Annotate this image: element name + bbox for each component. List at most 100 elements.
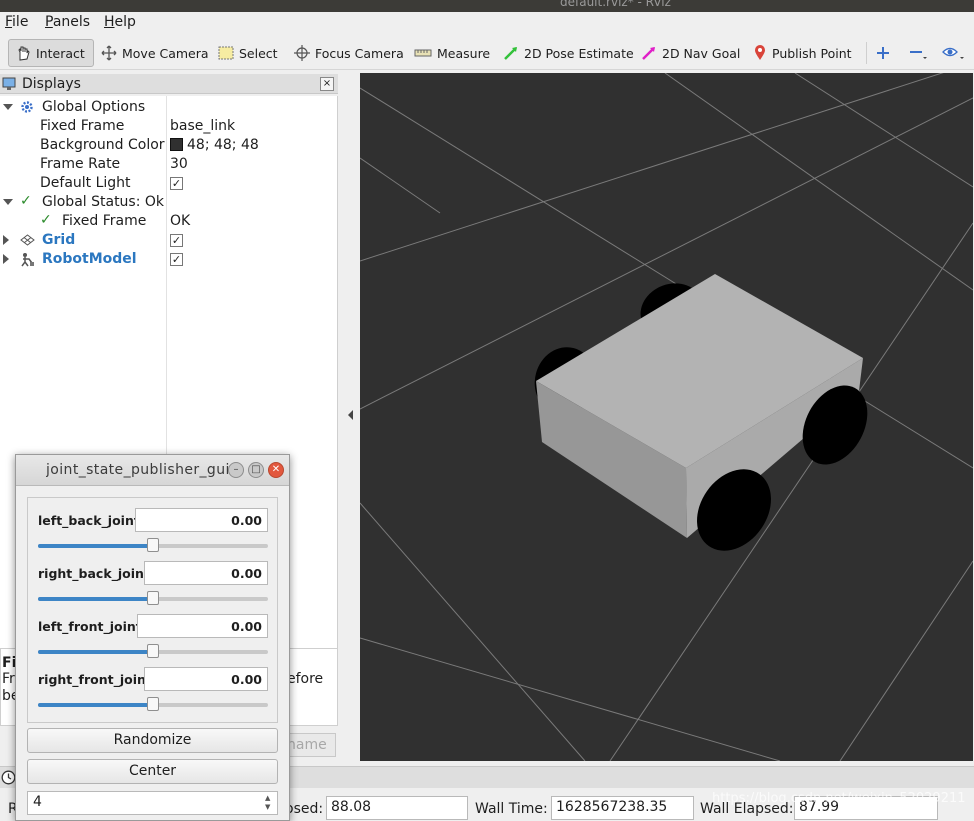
checkbox-checked[interactable]: ✓ xyxy=(170,176,183,190)
wall-time-field[interactable]: 1628567238.35 xyxy=(551,796,694,820)
toolbar: Interact Move Camera Select Focus Camera… xyxy=(0,36,974,70)
select-rectangle-icon xyxy=(218,46,234,60)
gear-icon xyxy=(21,101,33,113)
background-color-text: 48; 48; 48 xyxy=(187,137,259,153)
tree-row-status-fixed-frame[interactable]: ✓ Fixed Frame OK xyxy=(0,212,338,231)
menubar: File Panels Help xyxy=(0,12,974,34)
add-tool-button[interactable] xyxy=(872,39,899,67)
spin-up-icon[interactable]: ▲ xyxy=(265,794,275,803)
joint-slider[interactable] xyxy=(38,538,268,552)
maximize-icon[interactable]: □ xyxy=(248,462,264,478)
joint-sliders-group: left_back_joint 0.00 right_back_joint 0.… xyxy=(27,497,278,723)
menu-help-mnemonic: H xyxy=(104,14,115,30)
expand-arrow-icon[interactable] xyxy=(3,104,13,110)
spin-down-icon[interactable]: ▼ xyxy=(265,803,275,812)
tree-row-grid[interactable]: Grid ✓ xyxy=(0,231,338,250)
move-arrows-icon xyxy=(101,45,117,61)
pose-estimate-tool-button[interactable]: 2D Pose Estimate xyxy=(497,39,640,67)
collapse-left-icon[interactable] xyxy=(348,410,353,420)
frame-rate-value[interactable]: 30 xyxy=(170,156,188,172)
joint-label: right_front_joint xyxy=(38,672,152,687)
slider-handle[interactable] xyxy=(147,538,159,552)
checkbox-checked[interactable]: ✓ xyxy=(170,233,183,247)
tree-row-default-light[interactable]: Default Light ✓ xyxy=(0,174,338,193)
slider-handle[interactable] xyxy=(147,697,159,711)
joint-label: left_back_joint xyxy=(38,513,140,528)
focus-camera-label: Focus Camera xyxy=(315,45,404,61)
grid-checkbox[interactable]: ✓ xyxy=(170,232,183,248)
toolbar-separator xyxy=(866,42,867,64)
slider-fill xyxy=(38,650,153,654)
default-light-checkbox[interactable]: ✓ xyxy=(170,175,183,191)
joint-value-field[interactable]: 0.00 xyxy=(144,561,268,585)
joint-value-field[interactable]: 0.00 xyxy=(137,614,268,638)
default-light-label: Default Light xyxy=(40,175,131,191)
robot-scene[interactable] xyxy=(360,73,973,761)
3d-viewport[interactable] xyxy=(360,73,973,761)
menu-help[interactable]: Help xyxy=(104,14,136,30)
remove-tool-button[interactable] xyxy=(905,39,938,67)
dialog-title: joint_state_publisher_gui xyxy=(46,462,230,478)
tree-row-robot-model[interactable]: RobotModel ✓ xyxy=(0,250,338,269)
tree-row-background-color[interactable]: Background Color 48; 48; 48 xyxy=(0,136,338,155)
publish-point-tool-button[interactable]: Publish Point xyxy=(747,39,858,67)
minus-icon xyxy=(910,51,927,59)
fixed-frame-value[interactable]: base_link xyxy=(170,118,235,134)
green-arrow-icon xyxy=(504,47,517,60)
displays-title: Displays xyxy=(22,76,81,92)
grid-label: Grid xyxy=(42,232,76,248)
slider-handle[interactable] xyxy=(147,591,159,605)
focus-camera-tool-button[interactable]: Focus Camera xyxy=(288,39,410,67)
robot-icon xyxy=(21,253,34,267)
checkmark-icon: ✓ xyxy=(20,193,32,209)
slider-handle[interactable] xyxy=(147,644,159,658)
close-icon[interactable]: ✕ xyxy=(268,462,284,478)
move-camera-tool-button[interactable]: Move Camera xyxy=(95,39,215,67)
description-text-right: efore xyxy=(287,671,324,687)
background-color-value[interactable]: 48; 48; 48 xyxy=(170,137,259,153)
panel-splitter[interactable] xyxy=(342,74,358,764)
tree-row-frame-rate[interactable]: Frame Rate 30 xyxy=(0,155,338,174)
plus-icon xyxy=(877,47,889,59)
close-icon[interactable]: × xyxy=(320,77,334,91)
nav-goal-tool-button[interactable]: 2D Nav Goal xyxy=(635,39,746,67)
joint-state-publisher-window[interactable]: joint_state_publisher_gui – □ ✕ left_bac… xyxy=(15,454,290,821)
global-options-label: Global Options xyxy=(42,99,146,115)
joint-slider[interactable] xyxy=(38,591,268,605)
watermark: https://blog.csdn.net/weixin_52029211 xyxy=(712,791,966,806)
center-button[interactable]: Center xyxy=(27,759,278,784)
measure-tool-button[interactable]: Measure xyxy=(408,39,496,67)
checkbox-checked[interactable]: ✓ xyxy=(170,252,183,266)
focus-crosshair-icon xyxy=(294,45,310,61)
toggle-panels-button[interactable] xyxy=(938,39,974,67)
joint-slider[interactable] xyxy=(38,697,268,711)
dialog-title-bar[interactable]: joint_state_publisher_gui – □ ✕ xyxy=(16,455,289,486)
expand-arrow-icon[interactable] xyxy=(3,199,13,205)
menu-panels-label: anels xyxy=(52,14,91,30)
joint-slider[interactable] xyxy=(38,644,268,658)
ruler-icon xyxy=(414,49,432,57)
joint-value-field[interactable]: 0.00 xyxy=(135,508,268,532)
columns-spinbox[interactable]: 4 ▲ ▼ xyxy=(27,791,278,815)
collapse-arrow-icon[interactable] xyxy=(3,254,9,264)
status-fixed-frame-value: OK xyxy=(170,213,191,229)
slider-fill xyxy=(38,597,153,601)
ros-elapsed-field[interactable]: 88.08 xyxy=(326,796,468,820)
minimize-icon[interactable]: – xyxy=(228,462,244,478)
tree-row-fixed-frame[interactable]: Fixed Frame base_link xyxy=(0,117,338,136)
menu-file[interactable]: File xyxy=(5,14,28,30)
collapse-arrow-icon[interactable] xyxy=(3,235,9,245)
ros-elapsed-label: osed: xyxy=(285,801,324,817)
pose-estimate-label: 2D Pose Estimate xyxy=(524,45,634,61)
move-camera-label: Move Camera xyxy=(122,45,209,61)
joint-value-field[interactable]: 0.00 xyxy=(144,667,268,691)
randomize-button[interactable]: Randomize xyxy=(27,728,278,753)
menu-panels[interactable]: Panels xyxy=(45,14,90,30)
tree-row-global-options[interactable]: Global Options xyxy=(0,98,338,117)
robot-model-checkbox[interactable]: ✓ xyxy=(170,251,183,267)
interact-tool-button[interactable]: Interact xyxy=(8,39,94,67)
color-swatch xyxy=(170,138,183,151)
select-tool-button[interactable]: Select xyxy=(212,39,284,67)
measure-label: Measure xyxy=(437,45,491,61)
tree-row-global-status[interactable]: ✓ Global Status: Ok xyxy=(0,193,338,212)
